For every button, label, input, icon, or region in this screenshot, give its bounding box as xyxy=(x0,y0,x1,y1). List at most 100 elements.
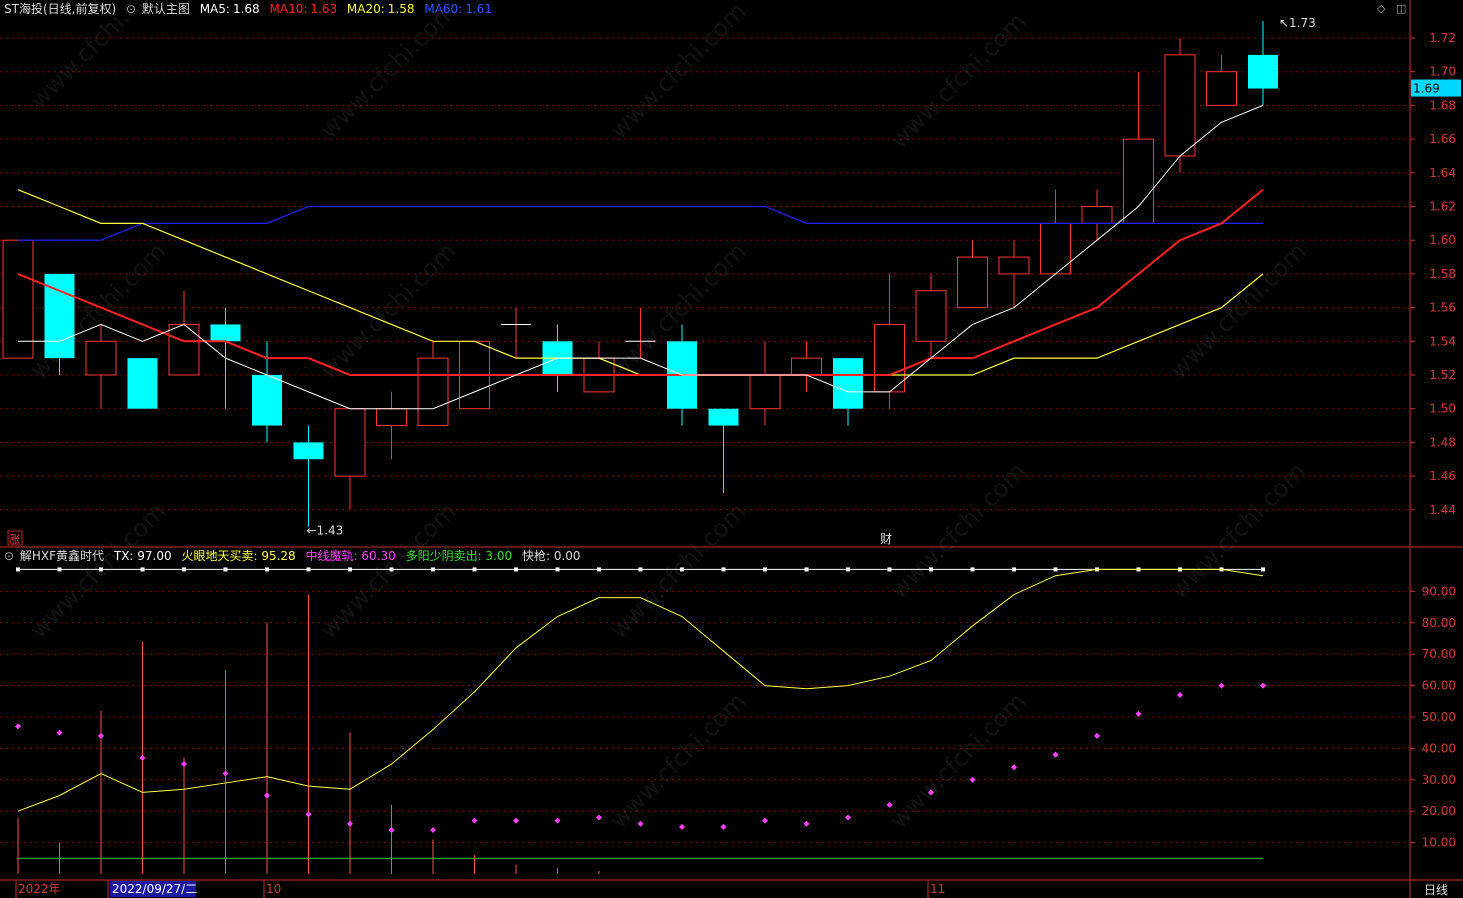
watermark-text: www.cfchi.com xyxy=(604,0,751,144)
x-label-date: 2022/09/27/二 xyxy=(112,882,197,896)
indicator-dropdown-icon[interactable]: ⊙ xyxy=(4,549,14,563)
tx-dot xyxy=(182,567,186,572)
price-tick-label: 1.48 xyxy=(1429,435,1456,449)
mid-track-dot xyxy=(1094,732,1100,739)
price-tick-label: 1.72 xyxy=(1429,31,1456,45)
template-name[interactable]: 默认主图 xyxy=(142,2,190,16)
price-tick-label: 1.54 xyxy=(1429,334,1456,348)
watermark-text: www.cfchi.com xyxy=(1164,237,1311,384)
watermark-text: www.cfchi.com xyxy=(604,687,751,834)
tx-dot xyxy=(1261,567,1265,572)
indicator-tick-label: 20.00 xyxy=(1422,804,1456,818)
ma5-value: 1.68 xyxy=(232,2,260,16)
candle-body-up xyxy=(874,323,905,393)
template-dropdown-icon[interactable]: ⊙ xyxy=(126,2,136,16)
candle-body-up xyxy=(2,239,34,359)
mid-track-dot xyxy=(1260,682,1266,689)
tx-dot xyxy=(721,567,726,572)
tx-dot xyxy=(887,567,892,572)
candle-body-down xyxy=(252,375,282,426)
mid-track-dot xyxy=(1218,682,1225,689)
mid-track-dot xyxy=(430,827,436,834)
watermark-text: www.cfchi.com xyxy=(24,497,171,644)
mid-track-dot xyxy=(181,761,187,768)
kline-chart[interactable]: 1.72 1.70 1.68 1.66 1.64 1.62 1.60 1.58 1.56 1.54… xyxy=(0,0,1463,898)
ma60-value: 1.61 xyxy=(465,2,492,16)
candle-body-up xyxy=(791,357,822,376)
indicator-name[interactable]: 解HXF黄鑫时代 xyxy=(20,549,104,563)
price-tick-label: 1.46 xyxy=(1429,469,1456,483)
mid-track-dot xyxy=(471,817,478,824)
current-price-value: 1.69 xyxy=(1413,82,1440,96)
stock-title[interactable]: ST海投(日线,前复权) xyxy=(4,2,116,16)
tx-value: TX: 97.00 xyxy=(113,549,172,563)
watermark-text: www.cfchi.com xyxy=(24,0,171,114)
mid-track-dot xyxy=(720,823,727,830)
tx-dot xyxy=(57,567,62,572)
mid-track-dot xyxy=(845,814,851,821)
candle-body-up xyxy=(334,408,366,477)
main-chart-header: ST海投(日线,前复权) ⊙ 默认主图 MA5: 1.68 MA10: 1.63 M… xyxy=(4,1,498,17)
price-tick-label: 1.68 xyxy=(1429,98,1456,112)
indicator-tick-label: 30.00 xyxy=(1422,773,1456,787)
candle-body-up xyxy=(915,290,947,342)
ma10-value: 1.63 xyxy=(310,2,338,16)
candle-body-up xyxy=(1040,222,1071,275)
watermark-text: www.cfchi.com xyxy=(884,687,1031,834)
mid-track-dot xyxy=(347,820,353,827)
indicator-tick-label: 70.00 xyxy=(1422,647,1456,661)
indicator-tick-label: 90.00 xyxy=(1422,584,1456,598)
candle-body-up xyxy=(417,357,449,427)
tx-dot xyxy=(223,567,228,572)
candle-body-down xyxy=(293,442,324,460)
candle-body-down xyxy=(708,408,739,426)
price-tick-label: 1.66 xyxy=(1429,132,1456,146)
mid-value: 中线魔轨: 60.30 xyxy=(305,549,396,563)
mid-track-dot xyxy=(1177,692,1183,699)
window-toggle-icon[interactable]: ◫ xyxy=(1396,2,1406,15)
ma20-label: MA20: xyxy=(346,2,385,16)
tx-dot xyxy=(929,567,933,572)
watermark-text: www.cfchi.com xyxy=(884,457,1031,604)
candle-body-up xyxy=(1081,206,1113,224)
price-tick-label: 1.44 xyxy=(1429,503,1456,517)
zhang-label: 涨 xyxy=(9,533,20,546)
high-marker-label: ↖1.73 xyxy=(1279,16,1316,30)
mid-track-dot xyxy=(388,827,395,834)
sell-value: 多阳少阴卖出: 3.00 xyxy=(405,549,513,563)
ma10-label: MA10: xyxy=(269,2,308,16)
price-tick-label: 1.52 xyxy=(1429,368,1456,382)
candle-body-up xyxy=(1164,54,1196,157)
indicator-tick-label: 40.00 xyxy=(1422,741,1456,755)
tx-dot xyxy=(804,567,809,572)
mid-track-dot xyxy=(969,776,976,783)
watermark-text: www.cfchi.com xyxy=(1164,457,1311,604)
mid-track-dot xyxy=(513,817,519,824)
candle-body-up xyxy=(376,408,407,427)
mid-track-dot xyxy=(222,770,229,777)
ma20-value: 1.58 xyxy=(387,2,415,16)
indicator-tick-label: 50.00 xyxy=(1422,710,1456,724)
fire-value: 火眼地天买卖: 95.28 xyxy=(181,549,296,563)
low-marker-label: ←1.43 xyxy=(307,524,344,538)
candle-body-down xyxy=(210,324,241,342)
x-label-year: 2022年 xyxy=(18,882,61,896)
candle-body-up xyxy=(957,256,988,309)
price-tick-label: 1.62 xyxy=(1429,200,1456,214)
mid-track-dot xyxy=(762,817,768,824)
mid-track-dot xyxy=(637,820,644,827)
mid-track-dot xyxy=(1011,764,1017,771)
tx-dot xyxy=(680,567,684,572)
mid-track-dot xyxy=(305,811,312,818)
candle-body-up xyxy=(998,256,1030,275)
mid-track-dot xyxy=(139,754,146,761)
diamond-icon[interactable]: ◇ xyxy=(1377,2,1385,15)
price-tick-label: 1.70 xyxy=(1429,65,1456,79)
watermark-text: www.cfchi.com xyxy=(314,497,461,644)
candle-body-up xyxy=(749,374,781,410)
tx-dot xyxy=(348,567,352,572)
cai-label: 财 xyxy=(880,532,892,546)
candle-body-up xyxy=(1206,71,1237,106)
tx-dot xyxy=(1012,567,1016,572)
tx-dot xyxy=(763,567,767,572)
